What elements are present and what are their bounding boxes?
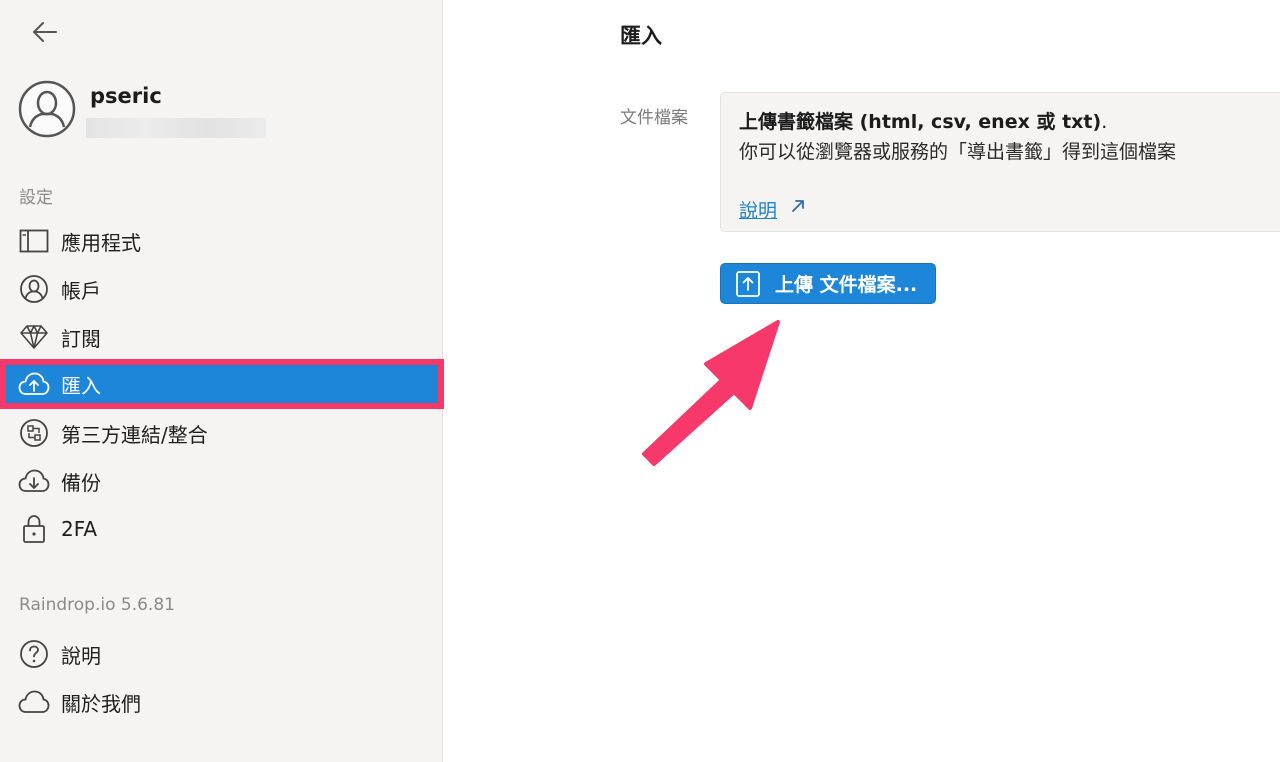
app-window-icon [18,225,50,257]
email-redacted [86,118,266,138]
sidebar-item-label: 說明 [61,643,101,668]
cloud-download-icon [18,465,50,497]
sidebar-item-subscription[interactable]: 訂閱 [0,315,443,359]
page-title: 匯入 [620,24,662,48]
integrations-icon [18,417,50,449]
sidebar-item-backup[interactable]: 備份 [0,459,443,503]
avatar[interactable] [18,80,76,138]
arrow-left-icon [33,22,57,42]
sidebar-item-help[interactable]: 說明 [0,632,443,676]
user-icon [18,273,50,305]
app-version: Raindrop.io 5.6.81 [19,595,175,615]
info-title-period: . [1101,111,1108,133]
sidebar-item-integrations[interactable]: 第三方連結/整合 [0,411,443,455]
info-description: 你可以從瀏覽器或服務的「導出書籤」得到這個檔案 [739,141,1177,163]
username: pseric [90,84,162,108]
sidebar-item-label: 備份 [61,470,101,495]
sidebar-item-apps[interactable]: 應用程式 [0,219,443,263]
section-label-settings: 設定 [19,188,53,208]
cloud-upload-icon [18,368,50,400]
sidebar-item-label: 匯入 [61,373,101,398]
user-avatar-icon [18,80,76,138]
file-field-label: 文件檔案 [620,108,688,128]
info-title: 上傳書籤檔案 (html, csv, enex 或 txt). [739,107,1107,134]
sidebar: pseric 設定 應用程式 帳戶 訂閱 匯入 第三方連結/整合 備份 2FA … [0,0,444,762]
upload-button-label: 上傳 文件檔案... [775,274,918,296]
sidebar-item-label: 關於我們 [61,691,141,716]
upload-file-button[interactable]: 上傳 文件檔案... [720,263,936,304]
info-title-text: 上傳書籤檔案 (html, csv, enex 或 txt) [739,111,1102,133]
sidebar-item-label: 應用程式 [61,230,141,255]
sidebar-item-label: 第三方連結/整合 [61,422,208,447]
lock-icon [18,513,50,545]
cloud-icon [18,686,50,718]
diamond-icon [18,321,50,353]
sidebar-item-import[interactable]: 匯入 [0,359,444,409]
annotation-arrow-icon [642,320,780,466]
external-link-icon [792,200,804,212]
sidebar-item-about[interactable]: 關於我們 [0,680,443,724]
sidebar-item-label: 2FA [61,517,98,541]
help-icon [18,638,50,670]
import-info-box: 上傳書籤檔案 (html, csv, enex 或 txt). 你可以從瀏覽器或… [720,92,1280,232]
sidebar-item-account[interactable]: 帳戶 [0,267,443,311]
sidebar-item-label: 帳戶 [61,278,101,303]
help-link[interactable]: 說明 [739,196,777,223]
file-upload-icon [736,270,760,297]
back-button[interactable] [30,18,60,46]
sidebar-item-2fa[interactable]: 2FA [0,507,443,551]
sidebar-item-label: 訂閱 [61,326,101,351]
